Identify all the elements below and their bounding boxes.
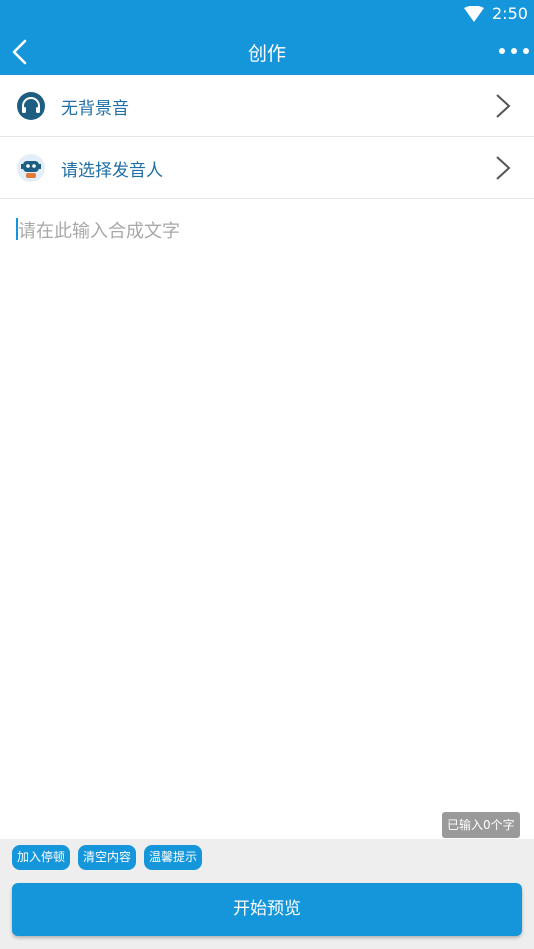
chevron-right-icon	[496, 156, 511, 180]
more-dots-icon[interactable]	[497, 45, 531, 57]
robot-icon	[17, 154, 45, 182]
character-counter: 已输入0个字	[442, 812, 520, 838]
add-pause-button[interactable]: 加入停顿	[12, 845, 71, 870]
voice-speaker-row[interactable]: 请选择发音人	[0, 137, 534, 199]
bottom-toolbar: 加入停顿 清空内容 温馨提示 开始预览	[0, 839, 534, 949]
page-title: 创作	[247, 43, 286, 65]
app-bar: 创作	[0, 28, 534, 75]
input-placeholder: 请在此输入合成文字	[18, 221, 180, 242]
headphones-icon	[17, 92, 45, 120]
synthesis-text-input[interactable]: 请在此输入合成文字	[0, 199, 534, 839]
start-preview-button[interactable]: 开始预览	[12, 883, 522, 936]
background-music-label: 无背景音	[61, 99, 129, 119]
chevron-right-icon	[496, 94, 511, 118]
voice-speaker-label: 请选择发音人	[61, 161, 163, 181]
wifi-icon	[464, 6, 484, 22]
status-time: 2:50	[492, 4, 528, 23]
clear-content-button[interactable]: 清空内容	[78, 845, 137, 870]
status-bar: 2:50	[0, 0, 534, 28]
background-music-row[interactable]: 无背景音	[0, 75, 534, 137]
tips-button[interactable]: 温馨提示	[144, 845, 203, 870]
